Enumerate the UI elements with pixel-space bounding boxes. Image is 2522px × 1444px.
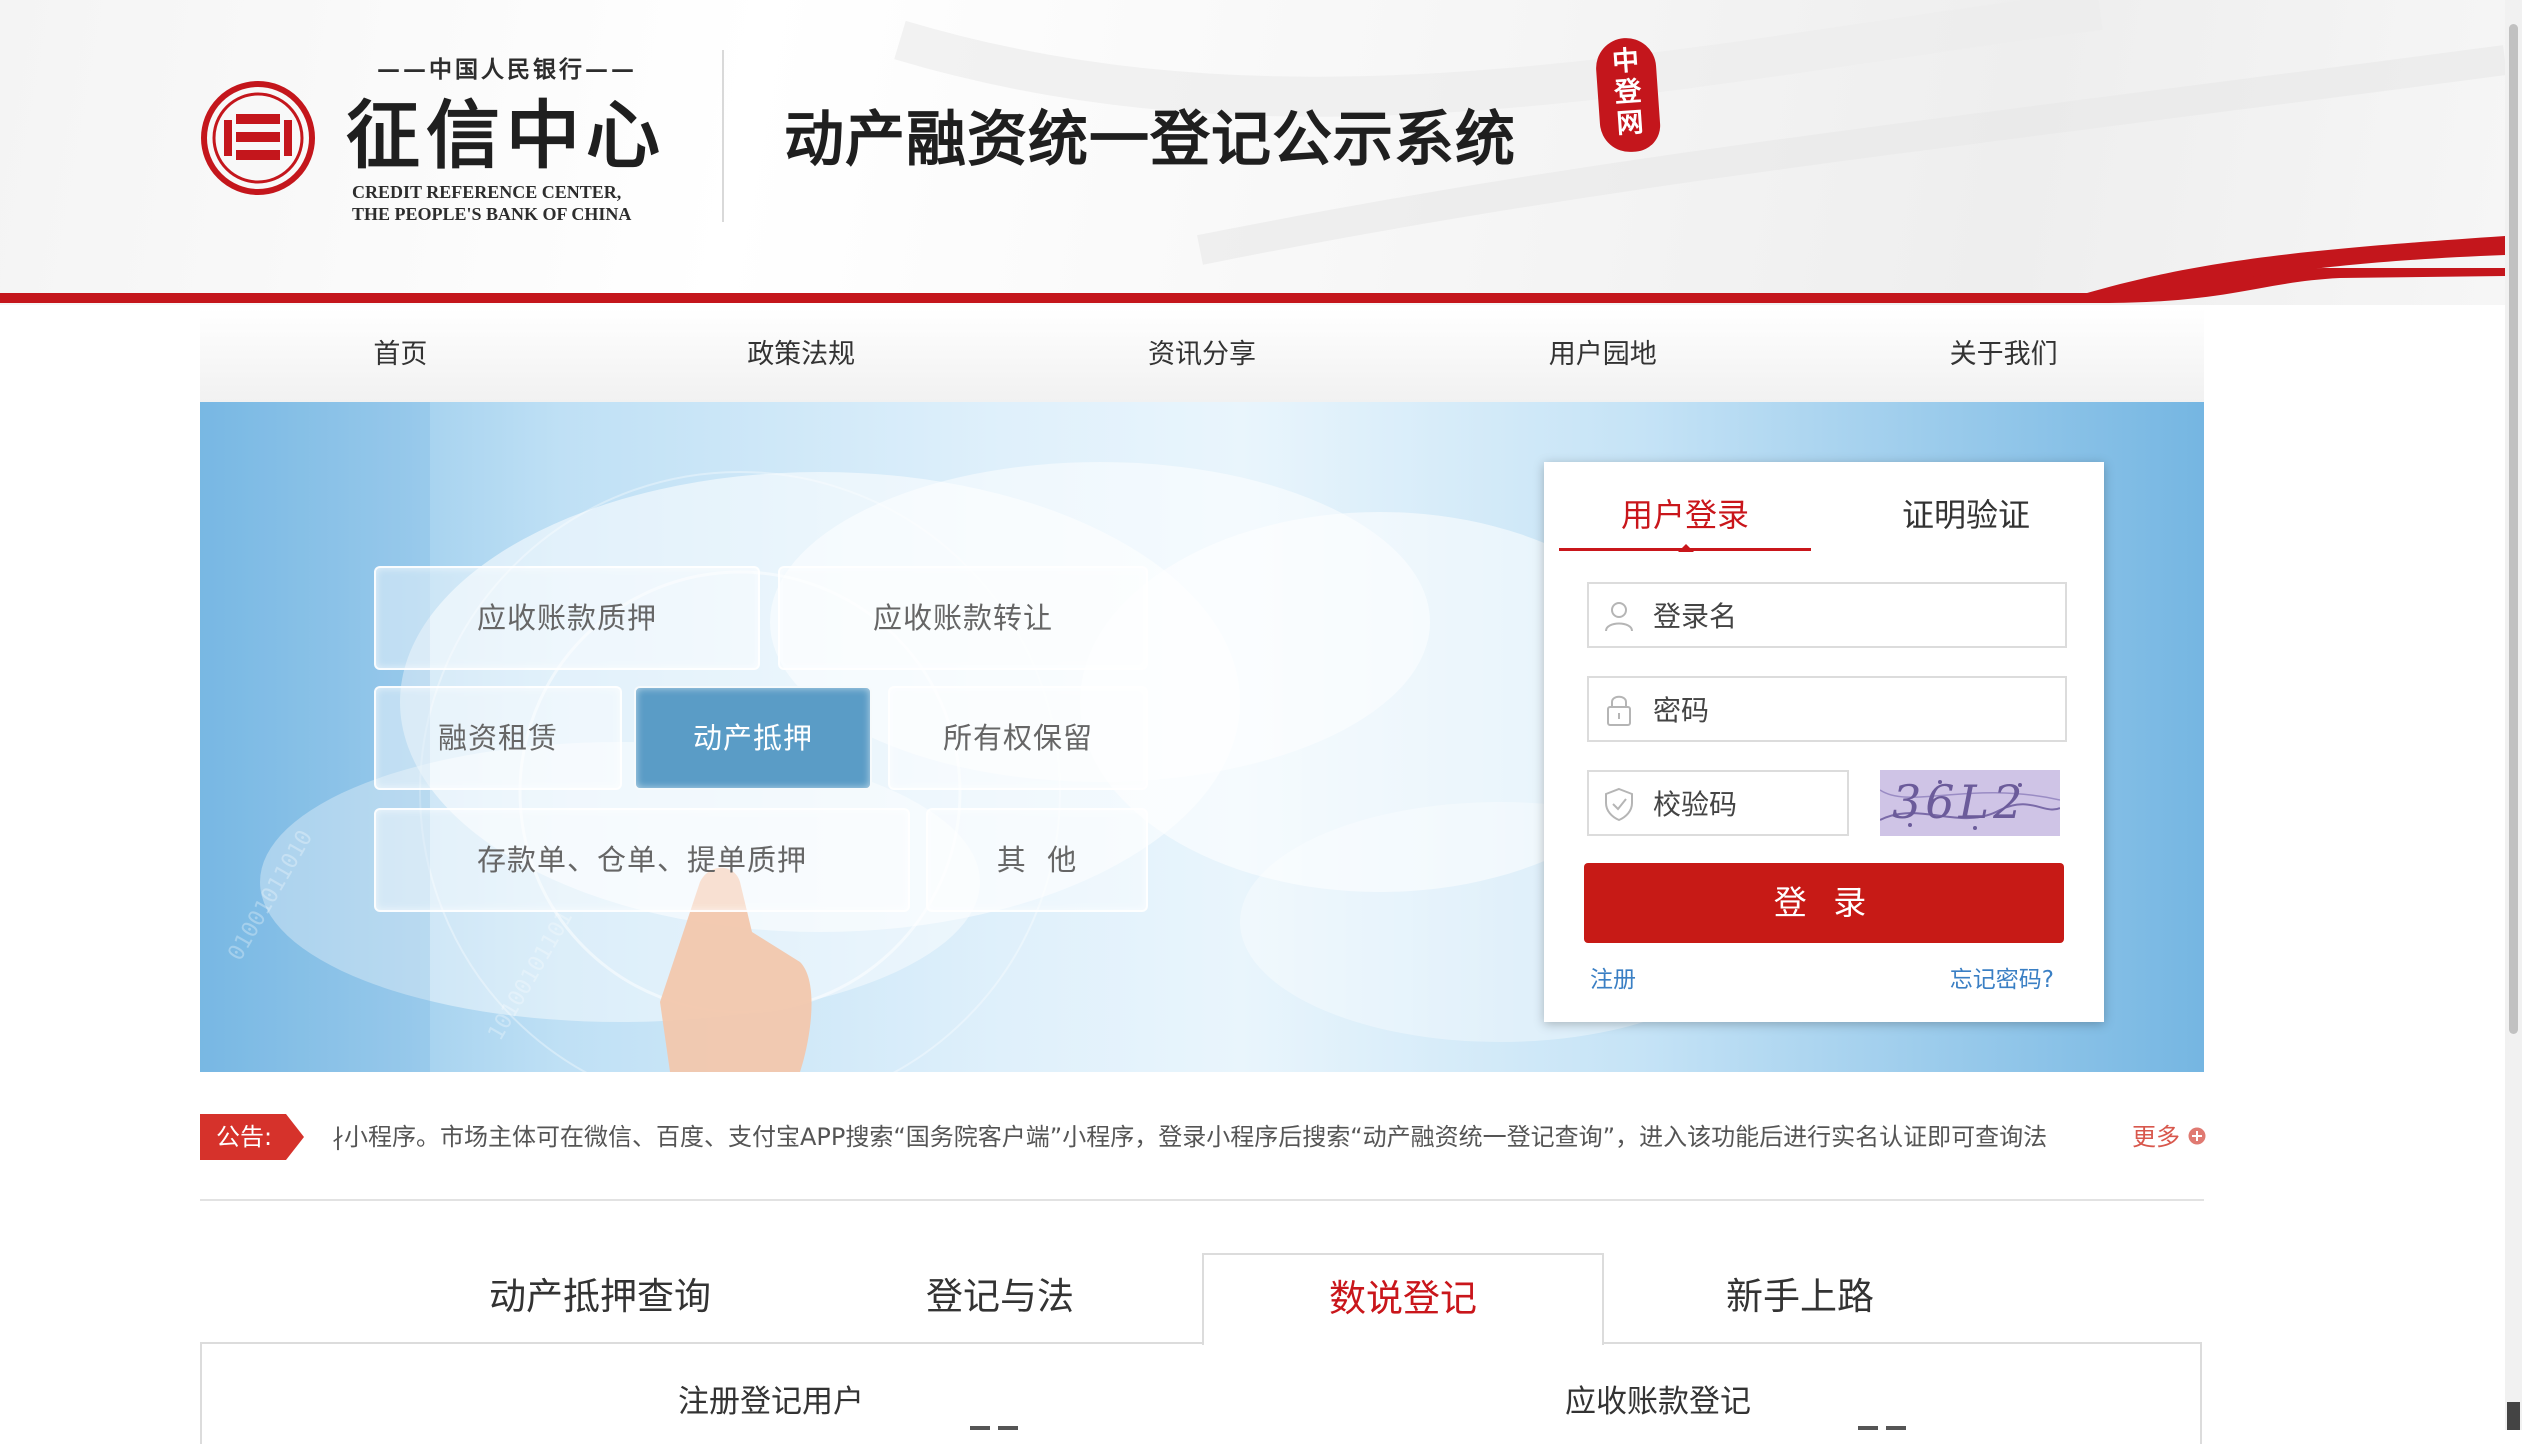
username-placeholder: 登录名	[1653, 600, 1738, 633]
tab-data-registration[interactable]: 数说登记	[1202, 1253, 1604, 1345]
credit-center-emblem-icon	[201, 81, 315, 195]
captcha-field[interactable]: 校验码	[1587, 770, 1849, 836]
section-divider	[200, 1199, 2204, 1201]
scrollbar-thumb[interactable]	[2509, 24, 2518, 1034]
main-nav: 首页 政策法规 资讯分享 用户园地 关于我们	[200, 308, 2204, 402]
lock-icon	[1607, 695, 1631, 726]
captcha-placeholder: 校验码	[1653, 788, 1738, 821]
nav-item-policy[interactable]: 政策法规	[601, 308, 1002, 402]
seal-char-2: 登	[1613, 76, 1643, 109]
logo-english-line-2: THE PEOPLE'S BANK OF CHINA	[352, 204, 632, 224]
active-tab-pointer	[1678, 544, 1694, 552]
tile-finance-lease[interactable]: 融资租赁	[374, 686, 622, 790]
nav-item-home[interactable]: 首页	[200, 308, 601, 402]
tile-receivables-pledge[interactable]: 应收账款质押	[374, 566, 760, 670]
system-title: 动产融资统一登记公示系统	[784, 105, 1516, 175]
tab-certificate-verify[interactable]: 证明验证	[1841, 482, 2091, 548]
password-placeholder: 密码	[1653, 694, 1710, 727]
tile-deposit-warehouse-bill-pledge[interactable]: 存款单、仓单、提单质押	[374, 808, 910, 912]
password-field[interactable]: 密码	[1587, 676, 2067, 742]
captcha-image[interactable]: 36L2	[1880, 770, 2060, 836]
nav-item-news[interactable]: 资讯分享	[1002, 308, 1403, 402]
forgot-password-link[interactable]: 忘记密码?	[1934, 962, 2054, 998]
logo-english-line-1: CREDIT REFERENCE CENTER,	[352, 182, 622, 202]
notice-marquee-text[interactable]: ∤小程序。市场主体可在微信、百度、支付宝APP搜索“国务院客户端”小程序，登录小…	[332, 1114, 2112, 1160]
logo-title: 征信中心	[346, 93, 666, 179]
tile-retention-of-title[interactable]: 所有权保留	[888, 686, 1148, 790]
shield-icon	[1605, 787, 1633, 822]
tile-receivables-transfer[interactable]: 应收账款转让	[778, 566, 1148, 670]
login-panel: 用户登录 证明验证 登录名 密码 校验码 36L2 登 录 注册 忘记密码?	[1544, 462, 2104, 1022]
logo-divider	[722, 50, 724, 222]
nav-item-user-garden[interactable]: 用户园地	[1402, 308, 1803, 402]
stat-receivables-label: 应收账款登记	[1565, 1384, 1751, 1420]
scrollbar-corner	[2507, 1402, 2520, 1430]
user-icon	[1605, 602, 1633, 632]
captcha-noise: 36L2	[1880, 770, 2060, 836]
tab-user-login[interactable]: 用户登录	[1559, 482, 1811, 551]
seal-char-3: 网	[1615, 107, 1645, 140]
tile-chattel-mortgage[interactable]: 动产抵押	[634, 686, 872, 790]
zhongdeng-seal-logo: 中 登 网	[1594, 36, 1662, 154]
site-header: ——中国人民银行—— 征信中心 CREDIT REFERENCE CENTER,…	[0, 0, 2505, 305]
notice-badge: 公告:	[200, 1114, 304, 1160]
stat-registered-users-label: 注册登记用户	[678, 1384, 864, 1420]
register-link[interactable]: 注册	[1590, 962, 1636, 998]
plus-circle-icon[interactable]	[2188, 1127, 2206, 1145]
tile-other[interactable]: 其 他	[926, 808, 1148, 912]
notice-label: 公告:	[216, 1123, 273, 1151]
captcha-text: 36L2	[1892, 775, 2026, 829]
seal-char-1: 中	[1611, 45, 1641, 78]
tab-registration-and-law[interactable]: 登记与法	[800, 1253, 1200, 1341]
tab-chattel-mortgage-query[interactable]: 动产抵押查询	[400, 1253, 800, 1341]
tab-beginner-guide[interactable]: 新手上路	[1600, 1253, 2000, 1341]
nav-item-about[interactable]: 关于我们	[1803, 308, 2204, 402]
logo-subtitle-cn: ——中国人民银行——	[377, 56, 637, 83]
notice-more-link[interactable]: 更多	[2132, 1114, 2180, 1160]
username-field[interactable]: 登录名	[1587, 582, 2067, 648]
login-button[interactable]: 登 录	[1584, 863, 2064, 943]
